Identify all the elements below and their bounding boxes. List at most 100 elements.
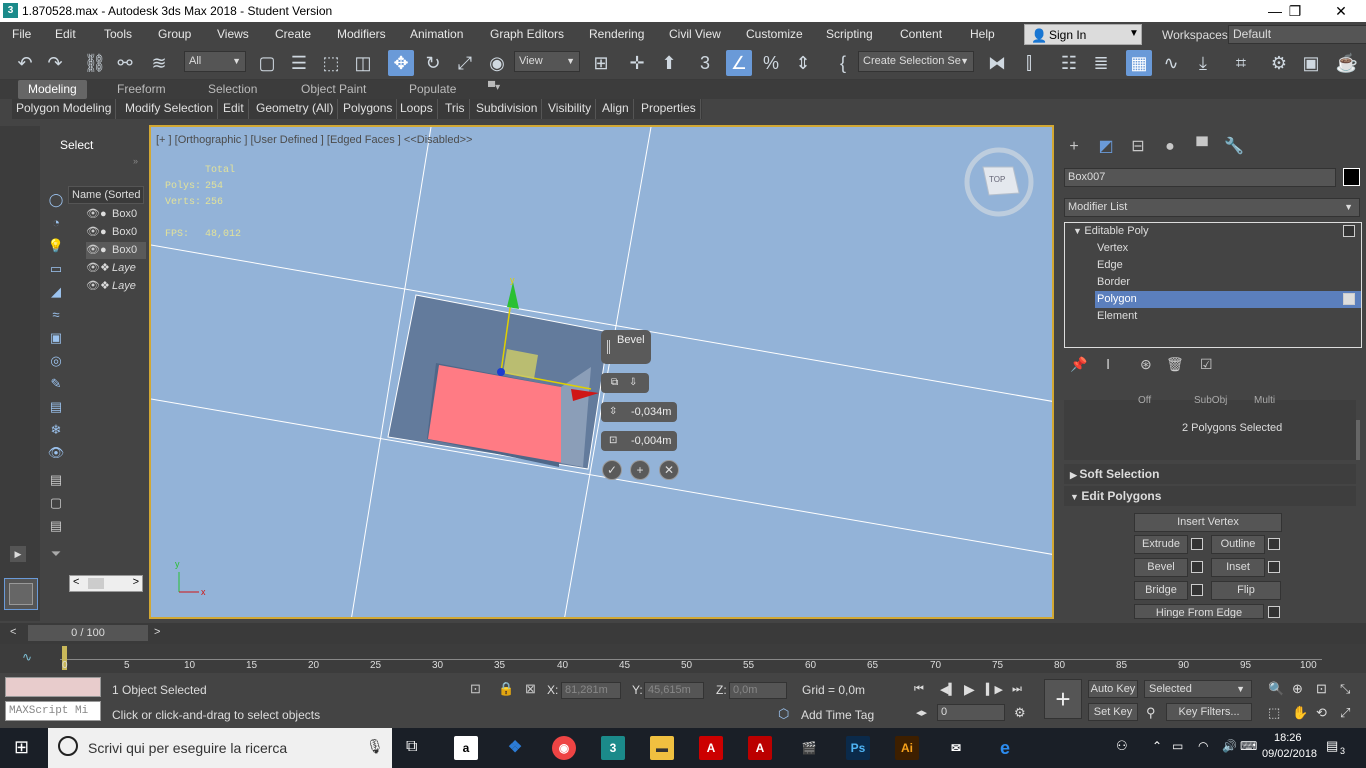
- panel-edit[interactable]: Edit: [219, 99, 249, 119]
- insert-vertex-button[interactable]: Insert Vertex: [1134, 513, 1282, 532]
- key-mode-icon[interactable]: ◂▸: [916, 706, 927, 719]
- display-shapes-icon[interactable]: ◔: [45, 213, 67, 233]
- stack-edge[interactable]: Edge: [1065, 257, 1361, 274]
- bind-spacewarp-icon[interactable]: ≋: [146, 50, 172, 76]
- maximize-viewport-icon[interactable]: ⤢: [1340, 705, 1350, 721]
- drag-handle-icon[interactable]: [607, 340, 610, 354]
- bevel-button[interactable]: Bevel: [1134, 558, 1188, 577]
- window-crossing-icon[interactable]: ◫: [350, 50, 376, 76]
- display-invert-icon[interactable]: ▤: [45, 516, 67, 536]
- battery-icon[interactable]: ▭: [1172, 739, 1183, 753]
- time-slider-prev[interactable]: <: [10, 626, 16, 638]
- panel-polygon-modeling[interactable]: Polygon Modeling: [12, 99, 117, 119]
- display-bones-icon[interactable]: ✎: [45, 374, 67, 394]
- inset-settings-icon[interactable]: [1268, 561, 1280, 573]
- select-by-name-icon[interactable]: ☰: [286, 50, 312, 76]
- command-panel-scrollbar[interactable]: [1356, 420, 1360, 460]
- hinge-settings-icon[interactable]: [1268, 606, 1280, 618]
- filter-icon[interactable]: ⏷: [45, 544, 67, 564]
- auto-key-button[interactable]: Auto Key: [1088, 680, 1138, 698]
- acrobat-icon[interactable]: A: [699, 736, 723, 760]
- keyboard-shortcut-icon[interactable]: ⬆: [656, 50, 682, 76]
- wifi-icon[interactable]: ◠: [1198, 739, 1208, 753]
- panel-align[interactable]: Align: [598, 99, 634, 119]
- display-lights-icon[interactable]: 💡: [45, 236, 67, 256]
- time-slider[interactable]: < 0 / 100 >: [0, 623, 1366, 644]
- close-button[interactable]: ✕: [1318, 0, 1364, 22]
- add-time-tag[interactable]: Add Time Tag: [801, 708, 874, 722]
- viewport-orthographic[interactable]: [+ ] [Orthographic ] [User Defined ] [Ed…: [149, 125, 1054, 619]
- expand-icon[interactable]: ▶: [10, 546, 26, 562]
- movie-maker-icon[interactable]: 🎬: [797, 736, 821, 760]
- caddy-ok-button[interactable]: ✓: [602, 460, 622, 480]
- viewport-layout-tab[interactable]: [4, 578, 38, 610]
- panel-tris[interactable]: Tris: [441, 99, 470, 119]
- flip-button[interactable]: Flip: [1211, 581, 1281, 600]
- render-frame-icon[interactable]: ▣: [1298, 50, 1324, 76]
- display-groups-icon[interactable]: ▣: [45, 328, 67, 348]
- menu-tools[interactable]: Tools: [104, 27, 132, 41]
- menu-rendering[interactable]: Rendering: [589, 27, 644, 41]
- selection-filter-dropdown[interactable]: All ▼: [184, 51, 246, 72]
- unlink-icon[interactable]: ⚯: [112, 50, 138, 76]
- pan-icon[interactable]: ✋: [1292, 705, 1308, 721]
- display-helpers-icon[interactable]: ◢: [45, 282, 67, 302]
- bevel-settings-icon[interactable]: [1191, 561, 1203, 573]
- align-icon[interactable]: ⫿: [1016, 50, 1042, 76]
- bridge-settings-icon[interactable]: [1191, 584, 1203, 596]
- workspaces-select[interactable]: Default: [1228, 25, 1366, 44]
- menu-create[interactable]: Create: [275, 27, 311, 41]
- x-coordinate-field[interactable]: 81,281m: [561, 682, 621, 699]
- multi-radio-label[interactable]: Multi: [1254, 395, 1275, 406]
- bevel-outline-field[interactable]: ⊡ -0,004m: [601, 431, 677, 451]
- rotate-icon[interactable]: ↻: [420, 50, 446, 76]
- hinge-from-edge-button[interactable]: Hinge From Edge: [1134, 604, 1264, 619]
- tab-selection[interactable]: Selection: [208, 82, 257, 96]
- panel-modify-selection[interactable]: Modify Selection: [121, 99, 219, 119]
- edit-named-selection-icon[interactable]: {: [830, 50, 856, 76]
- set-key-large-button[interactable]: +: [1044, 679, 1082, 719]
- file-explorer-icon[interactable]: ▬: [650, 736, 674, 760]
- edge-icon[interactable]: e: [993, 736, 1017, 760]
- outline-settings-icon[interactable]: [1268, 538, 1280, 550]
- stack-border[interactable]: Border: [1065, 274, 1361, 291]
- panel-geometry-all[interactable]: Geometry (All): [252, 99, 339, 119]
- undo-icon[interactable]: ↶: [12, 50, 38, 76]
- key-tangent-icon[interactable]: ⚲: [1146, 705, 1156, 721]
- angle-snap-icon[interactable]: ∠: [726, 50, 752, 76]
- clock-date[interactable]: 09/02/2018: [1262, 748, 1317, 760]
- display-cameras-icon[interactable]: ▭: [45, 259, 67, 279]
- dropbox-icon[interactable]: ❖: [503, 736, 527, 760]
- snaps-toggle-icon[interactable]: 3: [692, 50, 718, 76]
- time-slider-thumb[interactable]: 0 / 100: [28, 625, 148, 641]
- reference-coordinate-dropdown[interactable]: View ▼: [514, 51, 580, 72]
- zoom-extents-all-icon[interactable]: ⤡: [1340, 681, 1350, 697]
- panel-polygons[interactable]: Polygons: [339, 99, 398, 119]
- viewcube-top-label[interactable]: TOP: [989, 175, 1005, 184]
- tab-freeform[interactable]: Freeform: [117, 82, 166, 96]
- task-view-icon[interactable]: ⧉: [406, 738, 417, 756]
- tab-object-paint[interactable]: Object Paint: [301, 82, 366, 96]
- render-setup-icon[interactable]: ⚙: [1266, 50, 1292, 76]
- absolute-mode-icon[interactable]: ⊠: [525, 681, 536, 697]
- make-unique-icon[interactable]: ⊛: [1140, 356, 1152, 373]
- collapse-icon[interactable]: »: [133, 156, 138, 166]
- extrude-settings-icon[interactable]: [1191, 538, 1203, 550]
- previous-frame-icon[interactable]: ◀▍: [940, 683, 957, 696]
- time-slider-next[interactable]: >: [154, 626, 160, 638]
- extrude-button[interactable]: Extrude: [1134, 535, 1188, 554]
- stack-polygon[interactable]: Polygon: [1095, 291, 1361, 308]
- display-xrefs-icon[interactable]: ◎: [45, 351, 67, 371]
- illustrator-icon[interactable]: Ai: [895, 736, 919, 760]
- mail-icon[interactable]: ✉: [944, 736, 968, 760]
- create-tab-icon[interactable]: +: [1062, 136, 1086, 158]
- go-to-start-icon[interactable]: ⏮: [914, 683, 924, 696]
- 3dsmax-icon[interactable]: 3: [601, 736, 625, 760]
- hierarchy-tab-icon[interactable]: ⊟: [1126, 136, 1150, 158]
- modify-tab-icon[interactable]: ◩: [1094, 136, 1118, 158]
- display-spacewarps-icon[interactable]: ≈: [45, 305, 67, 325]
- display-frozen-icon[interactable]: ❄: [45, 420, 67, 440]
- menu-help[interactable]: Help: [970, 27, 995, 41]
- menu-scripting[interactable]: Scripting: [826, 27, 873, 41]
- windows-start-icon[interactable]: ⊞: [14, 737, 29, 758]
